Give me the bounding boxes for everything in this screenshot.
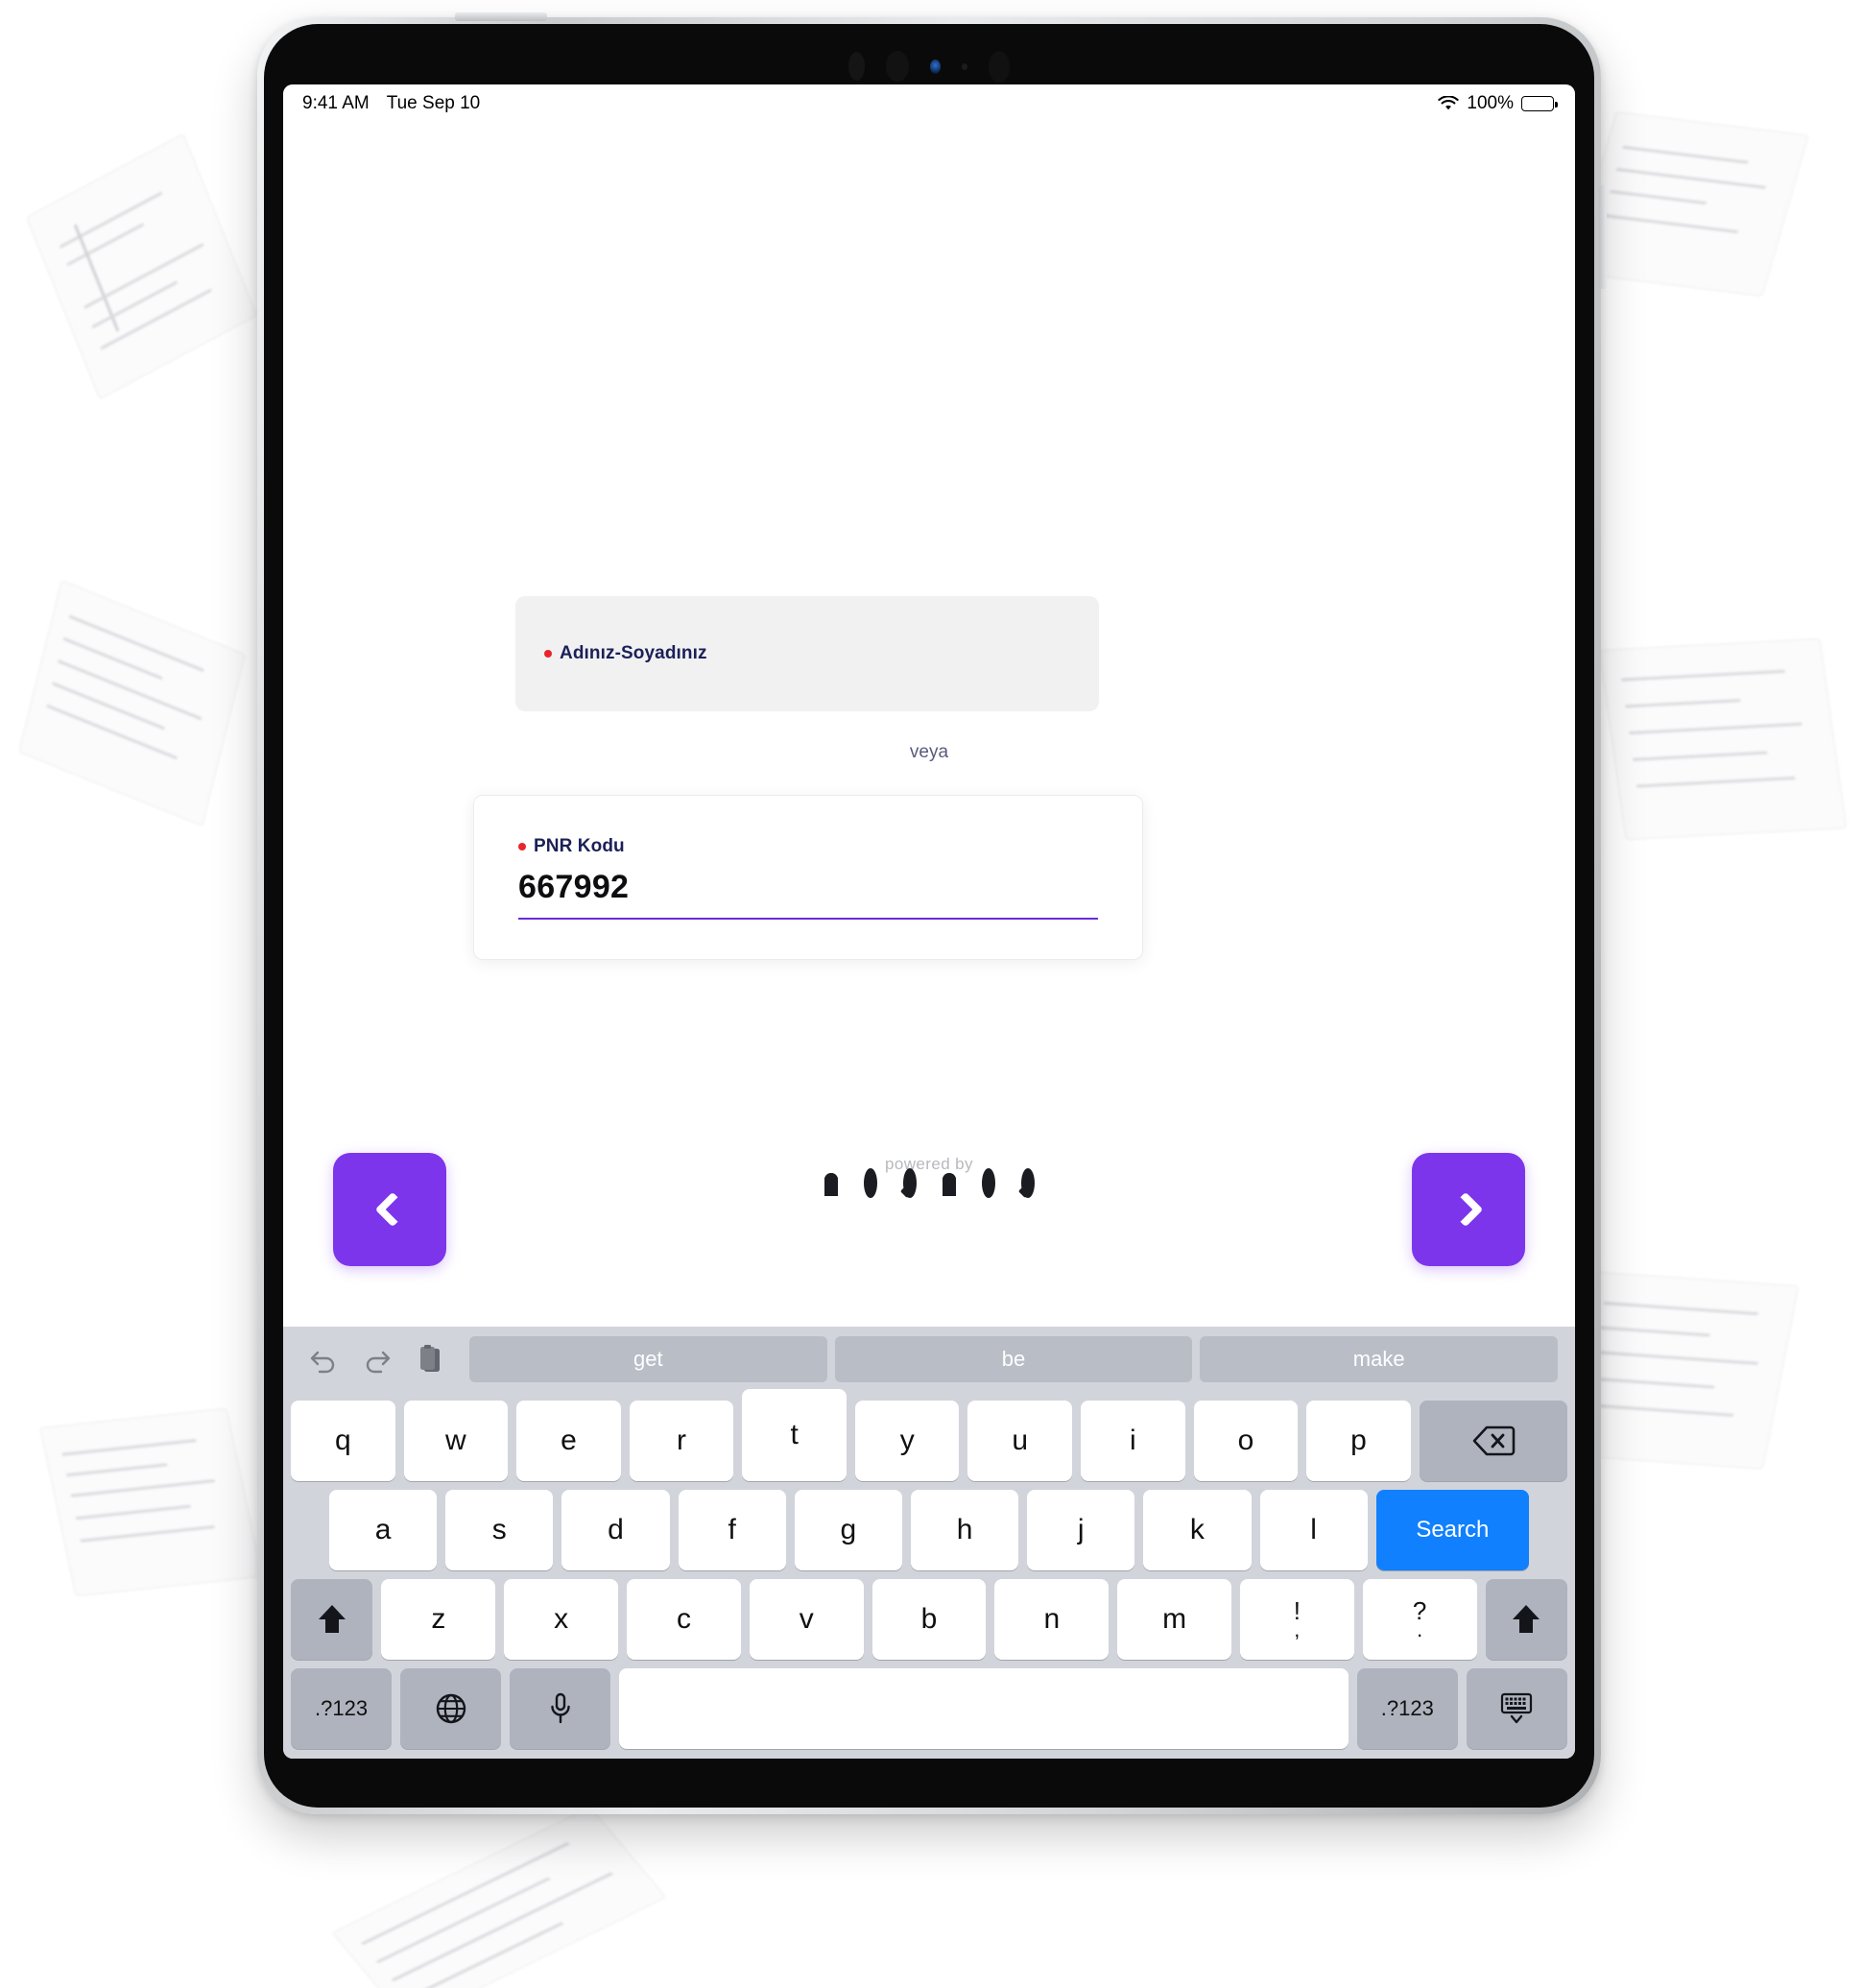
tablet-device: 9:41 AM Tue Sep 10 100% Adınız-Soyadınız… [257, 12, 1607, 1814]
powered-by-label: powered by [885, 1155, 973, 1173]
space-key[interactable] [619, 1668, 1349, 1749]
key-f[interactable]: f [678, 1490, 786, 1570]
pnr-field-label: PNR Kodu [534, 835, 625, 856]
front-camera-sensors [264, 49, 1594, 84]
delete-icon[interactable] [1419, 1401, 1567, 1481]
keyboard-row-4: .?123 .?123 [283, 1668, 1575, 1749]
shift-key-right[interactable] [1485, 1579, 1568, 1660]
key-comma-label: , [1294, 1617, 1301, 1641]
undo-icon[interactable] [297, 1337, 350, 1381]
wifi-icon [1438, 96, 1460, 111]
key-z[interactable]: z [381, 1579, 496, 1660]
decorative-paper [1598, 637, 1848, 841]
key-i[interactable]: i [1081, 1401, 1185, 1481]
on-screen-keyboard: get be make q w e r t y u i o p a s d f … [283, 1327, 1575, 1759]
battery-full-icon [1521, 96, 1558, 111]
suggestion-item[interactable]: get [469, 1336, 827, 1382]
screenshot-stage: 9:41 AM Tue Sep 10 100% Adınız-Soyadınız… [0, 0, 1862, 1988]
globe-icon[interactable] [400, 1668, 502, 1749]
pnr-field-label-row: PNR Kodu [518, 836, 1098, 857]
volume-button[interactable] [455, 12, 547, 21]
decorative-paper [18, 579, 246, 827]
key-w[interactable]: w [403, 1401, 509, 1481]
tablet-bezel: 9:41 AM Tue Sep 10 100% Adınız-Soyadınız… [264, 24, 1594, 1808]
key-y[interactable]: y [854, 1401, 960, 1481]
numbers-key-left[interactable]: .?123 [291, 1668, 393, 1749]
key-x[interactable]: x [504, 1579, 619, 1660]
power-button[interactable] [1599, 185, 1607, 289]
key-h[interactable]: h [910, 1490, 1019, 1570]
key-n[interactable]: n [994, 1579, 1110, 1660]
sensor-dot [962, 62, 967, 70]
keyboard-row-2: a s d f g h j k l Search [283, 1490, 1575, 1570]
key-v[interactable]: v [749, 1579, 864, 1660]
status-date: Tue Sep 10 [386, 93, 481, 113]
key-u[interactable]: u [967, 1401, 1073, 1481]
redo-icon[interactable] [350, 1337, 404, 1381]
status-bar-right: 100% [1438, 93, 1558, 114]
name-field-card[interactable]: Adınız-Soyadınız [515, 596, 1099, 711]
decorative-paper [39, 1407, 263, 1597]
key-p[interactable]: p [1306, 1401, 1411, 1481]
pnr-field-card[interactable]: PNR Kodu 667992 [473, 795, 1143, 960]
required-dot-icon [518, 842, 526, 850]
key-j[interactable]: j [1027, 1490, 1135, 1570]
suggestion-item[interactable]: make [1200, 1336, 1559, 1382]
key-g[interactable]: g [794, 1490, 902, 1570]
key-c[interactable]: c [627, 1579, 741, 1660]
decorative-paper [331, 1806, 667, 1988]
status-time: 9:41 AM [302, 93, 370, 113]
front-camera-icon [930, 59, 941, 74]
key-l[interactable]: l [1259, 1490, 1368, 1570]
required-dot-icon [544, 650, 552, 658]
key-exclamation-comma[interactable]: ! , [1239, 1579, 1354, 1660]
pnr-input[interactable]: 667992 [518, 869, 1098, 906]
status-bar: 9:41 AM Tue Sep 10 100% [283, 84, 1575, 123]
sensor-dot [848, 52, 865, 81]
status-bar-left: 9:41 AM Tue Sep 10 [302, 93, 480, 114]
key-b[interactable]: b [871, 1579, 987, 1660]
key-t[interactable]: t [742, 1389, 847, 1481]
paste-icon[interactable] [404, 1337, 458, 1381]
keyboard-row-1: q w e r t y u i o p [283, 1389, 1575, 1481]
form-content: Adınız-Soyadınız veya PNR Kodu 667992 po… [283, 123, 1575, 1327]
key-m[interactable]: m [1117, 1579, 1231, 1660]
key-d[interactable]: d [561, 1490, 670, 1570]
battery-percent: 100% [1467, 93, 1514, 113]
microphone-icon[interactable] [510, 1668, 611, 1749]
key-a[interactable]: a [329, 1490, 438, 1570]
numbers-key-right[interactable]: .?123 [1356, 1668, 1458, 1749]
key-q[interactable]: q [291, 1401, 395, 1481]
key-o[interactable]: o [1193, 1401, 1299, 1481]
shift-key-left[interactable] [290, 1579, 373, 1660]
suggestion-bar: get be make [283, 1327, 1575, 1392]
hide-keyboard-icon[interactable] [1466, 1668, 1568, 1749]
key-k[interactable]: k [1143, 1490, 1252, 1570]
sensor-dot [989, 50, 1010, 83]
keyboard-row-3: z x c v b n m ! , ? . [283, 1579, 1575, 1660]
key-s[interactable]: s [445, 1490, 554, 1570]
key-question-period[interactable]: ? . [1362, 1579, 1477, 1660]
search-key[interactable]: Search [1375, 1490, 1529, 1570]
suggestion-item[interactable]: be [834, 1336, 1193, 1382]
name-field-label: Adınız-Soyadınız [560, 643, 707, 663]
key-r[interactable]: r [629, 1401, 734, 1481]
brand-footer: powered by [283, 1155, 1575, 1204]
tablet-screen: 9:41 AM Tue Sep 10 100% Adınız-Soyadınız… [283, 84, 1575, 1759]
key-period-label: . [1417, 1617, 1423, 1641]
noqnoq-logo [283, 1168, 1575, 1204]
key-e[interactable]: e [516, 1401, 621, 1481]
name-field-label-row: Adınız-Soyadınız [544, 643, 707, 664]
decorative-paper [25, 132, 258, 400]
sensor-dot [886, 51, 909, 82]
pnr-input-underline [518, 917, 1098, 920]
divider-text: veya [909, 742, 949, 762]
